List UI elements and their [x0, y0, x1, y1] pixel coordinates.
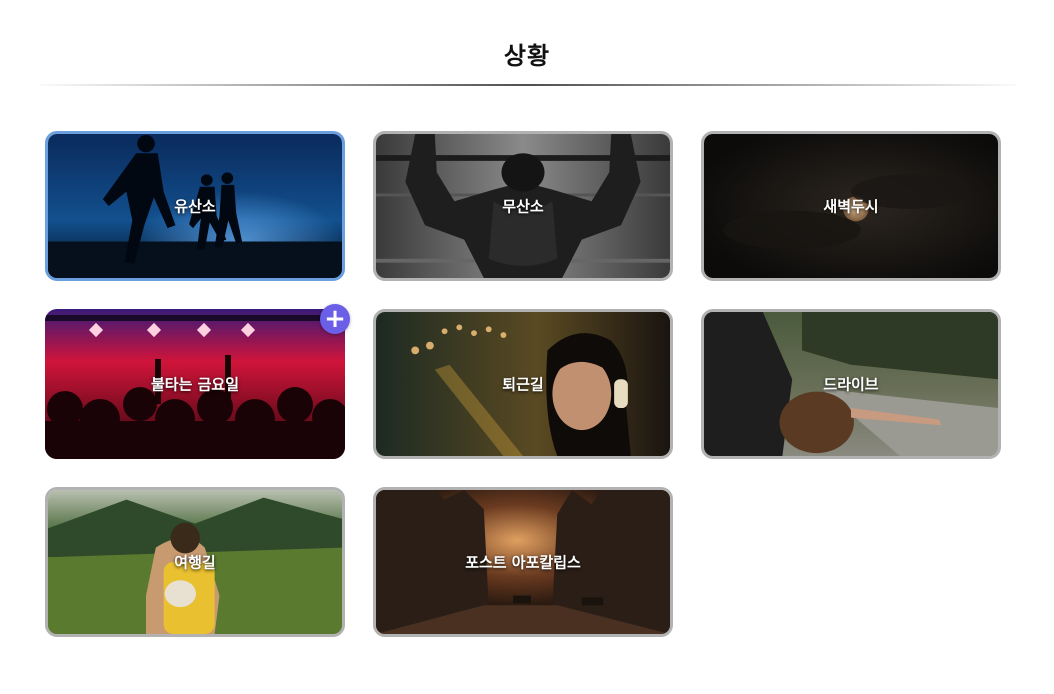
- situation-card-drive[interactable]: 드라이브: [701, 309, 1001, 459]
- card-label: 무산소: [502, 197, 544, 216]
- card-label: 불타는 금요일: [150, 375, 240, 394]
- situation-card-cardio[interactable]: 유산소: [45, 131, 345, 281]
- card-label: 여행길: [174, 553, 216, 572]
- card-label: 유산소: [174, 197, 216, 216]
- card-label: 퇴근길: [502, 375, 544, 394]
- plus-icon: +: [324, 304, 346, 334]
- card-label: 새벽두시: [823, 197, 879, 216]
- card-label: 포스트 아포칼립스: [465, 553, 581, 572]
- situation-card-friday[interactable]: 불타는 금요일: [45, 309, 345, 459]
- situation-card-2am[interactable]: 새벽두시: [701, 131, 1001, 281]
- situation-card-post-apocalypse[interactable]: 포스트 아포칼립스: [373, 487, 673, 637]
- card-label: 드라이브: [823, 375, 879, 394]
- situation-card-anaerobic[interactable]: 무산소: [373, 131, 673, 281]
- title-divider: [40, 84, 1016, 86]
- situation-card-travel[interactable]: 여행길: [45, 487, 345, 637]
- add-button[interactable]: +: [320, 304, 350, 334]
- page-title: 상황: [503, 42, 551, 70]
- situation-card-commute[interactable]: 퇴근길: [373, 309, 673, 459]
